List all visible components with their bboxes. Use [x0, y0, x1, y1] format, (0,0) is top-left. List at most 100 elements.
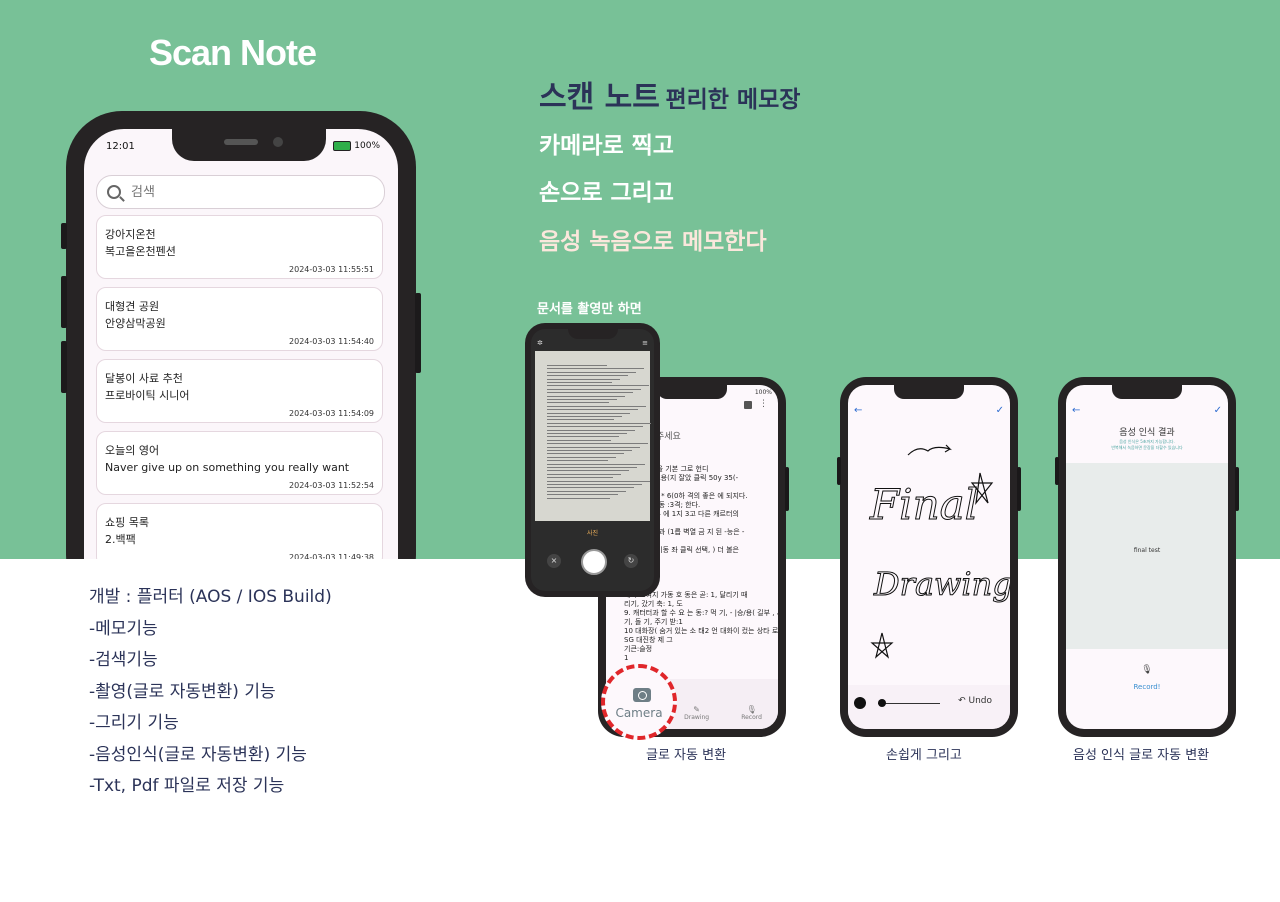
phone-side-button: [837, 457, 841, 485]
feature-item: -그리기 기능: [89, 713, 179, 733]
document-line: [547, 399, 617, 400]
list-item[interactable]: 대형견 공원 안양삼막공원 2024-03-03 11:54:40: [96, 287, 383, 351]
undo-icon: ↶: [958, 696, 966, 706]
document-line: [547, 412, 630, 414]
drawing-screen: ← ✓ Final Drawing ↶ Undo: [848, 385, 1010, 729]
search-bar[interactable]: [96, 175, 385, 209]
document-line: [547, 450, 632, 451]
close-icon[interactable]: ×: [547, 554, 561, 568]
document-line: [547, 497, 610, 499]
save-icon[interactable]: [744, 401, 752, 409]
feature-item: -Txt, Pdf 파일로 저장 기능: [89, 776, 285, 796]
document-line: [547, 365, 607, 366]
note-title: 오늘의 영어: [105, 444, 160, 457]
mic-icon[interactable]: 🎙: [1066, 665, 1228, 675]
document-line: [547, 494, 618, 496]
check-icon[interactable]: ✓: [996, 405, 1004, 416]
document-line: [547, 453, 624, 455]
hero-headline: 스캔 노트 편리한 메모장: [539, 72, 800, 116]
stroke-slider-thumb[interactable]: [878, 699, 886, 707]
document-line: [547, 467, 637, 468]
camera-icon: [633, 688, 651, 702]
note-title: 쇼핑 목록: [105, 516, 149, 529]
document-line: [547, 487, 634, 489]
menu-icon[interactable]: ≡: [642, 339, 648, 347]
back-arrow-icon[interactable]: ←: [1072, 405, 1080, 416]
note-body: Naver give up on something you really wa…: [105, 461, 350, 474]
caption-drawing: 손쉽게 그리고: [886, 748, 962, 763]
battery-percent: 100%: [354, 141, 380, 151]
phone-power-button: [1017, 467, 1021, 511]
tab-record-label: Record: [741, 714, 762, 721]
document-line: [547, 480, 650, 482]
more-icon[interactable]: ⋮: [759, 399, 768, 409]
document-line: [547, 429, 635, 431]
main-phone-mockup: 12:01 100% 강아지온천 복고을온천펜션 2024-03-03 11:5…: [61, 111, 421, 611]
tab-record[interactable]: 🎙 Record: [741, 705, 762, 721]
hero-brand: 스캔 노트: [539, 80, 660, 115]
note-title: 달봉이 사료 추천: [105, 372, 183, 385]
camera-button[interactable]: Camera: [601, 664, 677, 740]
phone-notch: [657, 385, 727, 399]
list-item[interactable]: 오늘의 영어 Naver give up on something you re…: [96, 431, 383, 495]
main-phone-screen: 12:01 100% 강아지온천 복고을온천펜션 2024-03-03 11:5…: [84, 129, 398, 611]
voice-result-area: final test: [1066, 463, 1228, 649]
document-line: [547, 463, 645, 465]
brush-color-swatch[interactable]: [854, 697, 866, 709]
document-line: [547, 405, 646, 407]
search-icon: [107, 185, 121, 199]
phone-volume-up: [61, 276, 67, 328]
document-line: [547, 456, 616, 458]
status-battery: 100%: [333, 141, 380, 151]
note-date: 2024-03-03 11:54:09: [289, 409, 374, 418]
document-line: [547, 473, 621, 475]
note-date: 2024-03-03 11:52:54: [289, 481, 374, 490]
status-time: 12:01: [106, 141, 135, 152]
camera-phone-mockup: ✲ ≡ 사진 × ↻: [525, 323, 660, 597]
search-input[interactable]: [129, 183, 363, 201]
note-title: 대형견 공원: [105, 300, 160, 313]
tab-drawing-label: Drawing: [684, 714, 710, 721]
note-title: 강아지온천: [105, 228, 156, 241]
document-line: [547, 443, 648, 445]
document-line: [547, 490, 626, 492]
mic-icon: 🎙: [746, 705, 757, 714]
check-icon[interactable]: ✓: [1214, 405, 1222, 416]
stroke-slider[interactable]: [878, 703, 940, 704]
document-line: [547, 419, 614, 421]
document-line: [547, 470, 629, 472]
document-line: [547, 446, 640, 448]
star-doodle-small: [870, 632, 894, 659]
feature-item: -촬영(글로 자동변환) 기능: [89, 681, 276, 702]
status-battery: 100%: [754, 389, 772, 396]
note-body: 2.백팩: [105, 533, 136, 546]
phone-power-button: [785, 467, 789, 511]
document-line: [547, 460, 608, 462]
tab-drawing[interactable]: ✎ Drawing: [684, 705, 709, 721]
list-item[interactable]: 쇼핑 목록 2.백팩 2024-03-03 11:49:38: [96, 503, 383, 567]
shutter-button[interactable]: [581, 549, 607, 575]
drawing-canvas[interactable]: Final Drawing: [848, 425, 1010, 685]
shutter-mode-label: 사진: [586, 530, 599, 537]
document-line: [547, 371, 636, 373]
document-line: [547, 422, 651, 424]
phone-power-button: [415, 293, 421, 373]
drawing-toolbar: ↶ Undo: [848, 685, 1010, 729]
flash-icon[interactable]: ✲: [537, 339, 543, 347]
list-item[interactable]: 달봉이 사료 추천 프로바이틱 시니어 2024-03-03 11:54:09: [96, 359, 383, 423]
caption-ocr: 글로 자동 변환: [646, 748, 727, 763]
document-line: [547, 426, 643, 428]
note-body: 프로바이틱 시니어: [105, 389, 190, 402]
document-line: [547, 385, 649, 387]
back-arrow-icon[interactable]: ←: [854, 405, 862, 416]
phone-notch: [1112, 385, 1182, 399]
record-button[interactable]: Record!: [1066, 683, 1228, 691]
list-item[interactable]: 강아지온천 복고을온천펜션 2024-03-03 11:55:51: [96, 215, 383, 279]
speaker-icon: [224, 139, 258, 145]
undo-label: Undo: [968, 696, 992, 706]
drawing-phone-mockup: ← ✓ Final Drawing ↶ Undo: [837, 377, 1021, 737]
document-line: [547, 436, 619, 438]
flip-camera-icon[interactable]: ↻: [624, 554, 638, 568]
undo-button[interactable]: ↶ Undo: [958, 696, 992, 706]
document-line: [547, 368, 644, 370]
